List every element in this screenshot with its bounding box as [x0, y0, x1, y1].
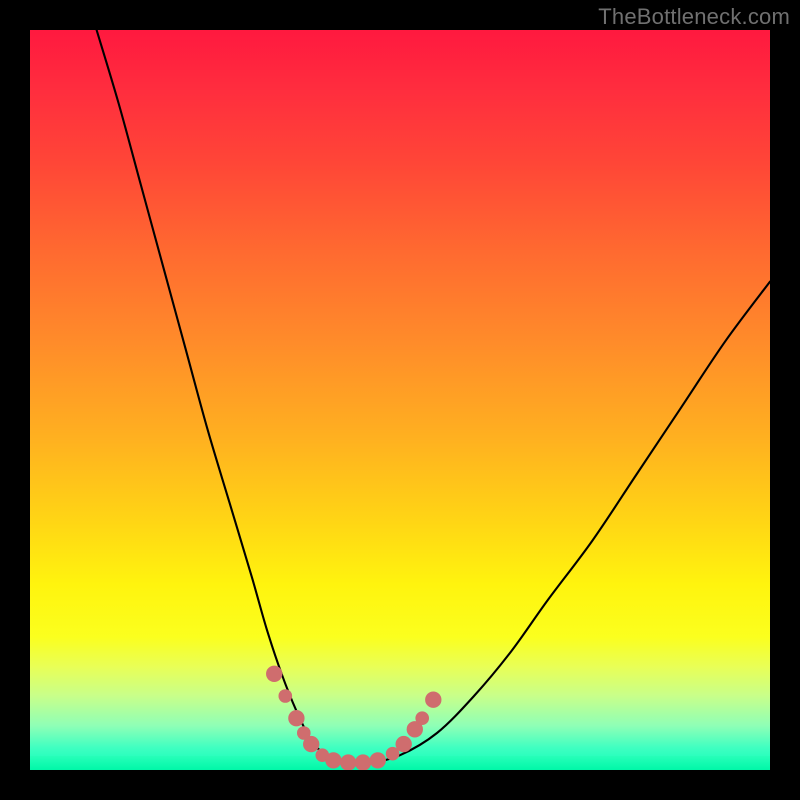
trough-dot: [303, 736, 319, 752]
trough-dot: [266, 666, 282, 682]
bottleneck-curve: [97, 30, 770, 764]
plot-area: [30, 30, 770, 770]
trough-dot: [355, 754, 371, 770]
trough-dot: [415, 711, 429, 725]
curve-layer: [30, 30, 770, 770]
trough-dot: [370, 752, 386, 768]
watermark-text: TheBottleneck.com: [598, 4, 790, 30]
trough-dots: [266, 666, 441, 770]
trough-dot: [325, 752, 341, 768]
trough-dot: [288, 710, 304, 726]
trough-dot: [340, 754, 356, 770]
chart-frame: TheBottleneck.com: [0, 0, 800, 800]
trough-dot: [396, 736, 412, 752]
trough-dot: [425, 692, 441, 708]
trough-dot: [278, 689, 292, 703]
